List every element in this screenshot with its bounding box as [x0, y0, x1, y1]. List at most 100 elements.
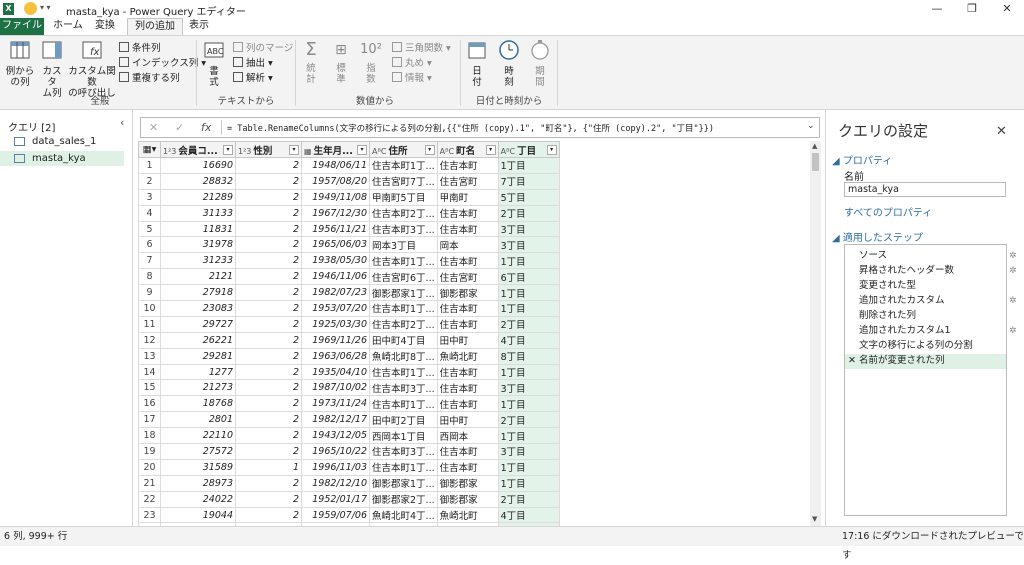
table-cell[interactable]: 1948/06/11: [301, 157, 370, 174]
table-cell[interactable]: 1925/03/30: [301, 315, 370, 333]
column-type-icon[interactable]: AᴮC: [440, 147, 455, 156]
table-cell[interactable]: 1丁目: [497, 363, 560, 381]
table-cell[interactable]: 28973: [160, 474, 236, 492]
row-number[interactable]: 13: [138, 347, 161, 365]
row-number[interactable]: 17: [138, 411, 161, 429]
table-cell[interactable]: 27572: [160, 443, 236, 460]
table-cell[interactable]: 2: [235, 284, 302, 302]
tab-transform[interactable]: 変換: [88, 18, 122, 35]
cancel-icon[interactable]: ✕: [149, 121, 158, 134]
row-number[interactable]: 21: [138, 474, 161, 492]
row-number[interactable]: 23: [138, 506, 161, 524]
row-number[interactable]: 18: [138, 427, 161, 445]
table-cell[interactable]: 住吉本町: [436, 315, 499, 333]
table-cell[interactable]: 2: [235, 236, 302, 254]
table-cell[interactable]: 住吉本町1丁...: [369, 458, 438, 476]
table-cell[interactable]: 田中町: [436, 331, 499, 349]
table-cell[interactable]: 住吉本町: [436, 300, 499, 317]
custom-column-button[interactable]: カスタ ム列: [38, 39, 66, 99]
table-cell[interactable]: 住吉本町: [436, 395, 499, 413]
index-column-button[interactable]: インデックス列 ▾: [119, 57, 206, 70]
table-cell[interactable]: 2: [235, 172, 302, 190]
column-header[interactable]: ▾ AᴮC 町名: [436, 141, 499, 158]
table-cell[interactable]: 住吉本町: [436, 458, 499, 476]
table-cell[interactable]: 魚崎北町8丁...: [369, 347, 438, 365]
restore-button[interactable]: ❐: [955, 0, 989, 18]
table-cell[interactable]: 1982/12/10: [301, 474, 370, 492]
row-number[interactable]: 10: [138, 300, 161, 317]
table-cell[interactable]: 3丁目: [497, 443, 560, 460]
table-cell[interactable]: 6丁目: [497, 268, 560, 286]
table-cell[interactable]: 1277: [160, 363, 236, 381]
table-cell[interactable]: 御影郡家2丁...: [369, 490, 438, 508]
table-cell[interactable]: 住吉本町2丁...: [369, 204, 438, 222]
invoke-custom-function-button[interactable]: fx カスタム関数 の呼び出し: [68, 39, 116, 99]
table-cell[interactable]: 1982/07/23: [301, 284, 370, 302]
gear-icon[interactable]: ✲: [1009, 249, 1017, 264]
row-number[interactable]: 8: [138, 268, 161, 286]
close-button[interactable]: ✕: [990, 0, 1024, 18]
table-cell[interactable]: 2: [235, 411, 302, 429]
table-cell[interactable]: 2: [235, 252, 302, 270]
applied-step[interactable]: ✕ 名前が変更された列: [845, 354, 1006, 369]
table-cell[interactable]: 1965/06/03: [301, 236, 370, 254]
row-number[interactable]: 19: [138, 443, 161, 460]
row-number[interactable]: 12: [138, 331, 161, 349]
merge-columns-button[interactable]: 列のマージ: [233, 42, 293, 55]
table-cell[interactable]: 1丁目: [497, 458, 560, 476]
column-from-examples-button[interactable]: 例から の列: [4, 39, 36, 88]
qat-dropdown-icon[interactable]: ▾ ▾: [40, 3, 51, 12]
row-number[interactable]: 3: [138, 188, 161, 206]
table-cell[interactable]: 5丁目: [497, 188, 560, 206]
column-header[interactable]: ▾ AᴮC 丁目: [497, 141, 560, 158]
minimize-button[interactable]: —: [920, 0, 954, 18]
table-cell[interactable]: 3丁目: [497, 220, 560, 238]
table-cell[interactable]: 31978: [160, 236, 236, 254]
row-number[interactable]: 4: [138, 204, 161, 222]
table-menu-icon[interactable]: ▦▾: [138, 141, 161, 158]
rounding-button[interactable]: 丸め ▾: [392, 57, 432, 70]
column-header[interactable]: ▾ 1²3 会員コ...: [160, 141, 236, 158]
table-cell[interactable]: 16690: [160, 157, 236, 174]
row-number[interactable]: 11: [138, 315, 161, 333]
table-cell[interactable]: 18768: [160, 395, 236, 413]
table-cell[interactable]: 1935/04/10: [301, 363, 370, 381]
standard-button[interactable]: ⊞ 標 準: [328, 39, 354, 85]
information-button[interactable]: 情報 ▾: [392, 72, 432, 85]
trigonometry-button[interactable]: 三角関数 ▾: [392, 42, 451, 55]
table-cell[interactable]: 1丁目: [497, 284, 560, 302]
column-type-icon[interactable]: 1²3: [238, 147, 251, 156]
table-cell[interactable]: 住吉本町: [436, 220, 499, 238]
table-cell[interactable]: 住吉宮町7丁...: [369, 172, 438, 190]
table-cell[interactable]: 8丁目: [497, 347, 560, 365]
table-cell[interactable]: 住吉宮町: [436, 172, 499, 190]
table-cell[interactable]: 住吉本町3丁...: [369, 379, 438, 397]
filter-dropdown-icon[interactable]: ▾: [223, 144, 233, 155]
row-number[interactable]: 14: [138, 363, 161, 381]
table-cell[interactable]: 22110: [160, 427, 236, 445]
table-cell[interactable]: 住吉本町: [436, 157, 499, 174]
row-number[interactable]: 6: [138, 236, 161, 254]
table-cell[interactable]: 11831: [160, 220, 236, 238]
table-cell[interactable]: 住吉本町1丁...: [369, 157, 438, 174]
table-cell[interactable]: 住吉本町: [436, 252, 499, 270]
tab-view[interactable]: 表示: [182, 18, 216, 35]
table-cell[interactable]: 御影郡家: [436, 474, 499, 492]
formula-input[interactable]: = Table.RenameColumns(文字の移行による列の分割,{{"住所…: [227, 122, 787, 134]
filter-dropdown-icon[interactable]: ▾: [485, 144, 496, 155]
table-cell[interactable]: 2121: [160, 268, 236, 286]
table-cell[interactable]: 御影郡家1丁...: [369, 474, 438, 492]
filter-dropdown-icon[interactable]: ▾: [546, 144, 557, 155]
table-cell[interactable]: 2: [235, 474, 302, 492]
table-cell[interactable]: 31589: [160, 458, 236, 476]
table-cell[interactable]: 1987/10/02: [301, 379, 370, 397]
applied-step[interactable]: 変更された型: [859, 279, 1007, 294]
table-cell[interactable]: 4丁目: [497, 506, 560, 524]
gear-icon[interactable]: ✲: [1009, 324, 1017, 339]
column-type-icon[interactable]: AᴮC: [372, 147, 387, 156]
table-cell[interactable]: 1: [235, 458, 302, 476]
table-cell[interactable]: 魚崎北町: [436, 347, 499, 365]
scroll-thumb[interactable]: [812, 153, 819, 171]
table-cell[interactable]: 住吉本町1丁...: [369, 395, 438, 413]
table-cell[interactable]: 1丁目: [497, 252, 560, 270]
